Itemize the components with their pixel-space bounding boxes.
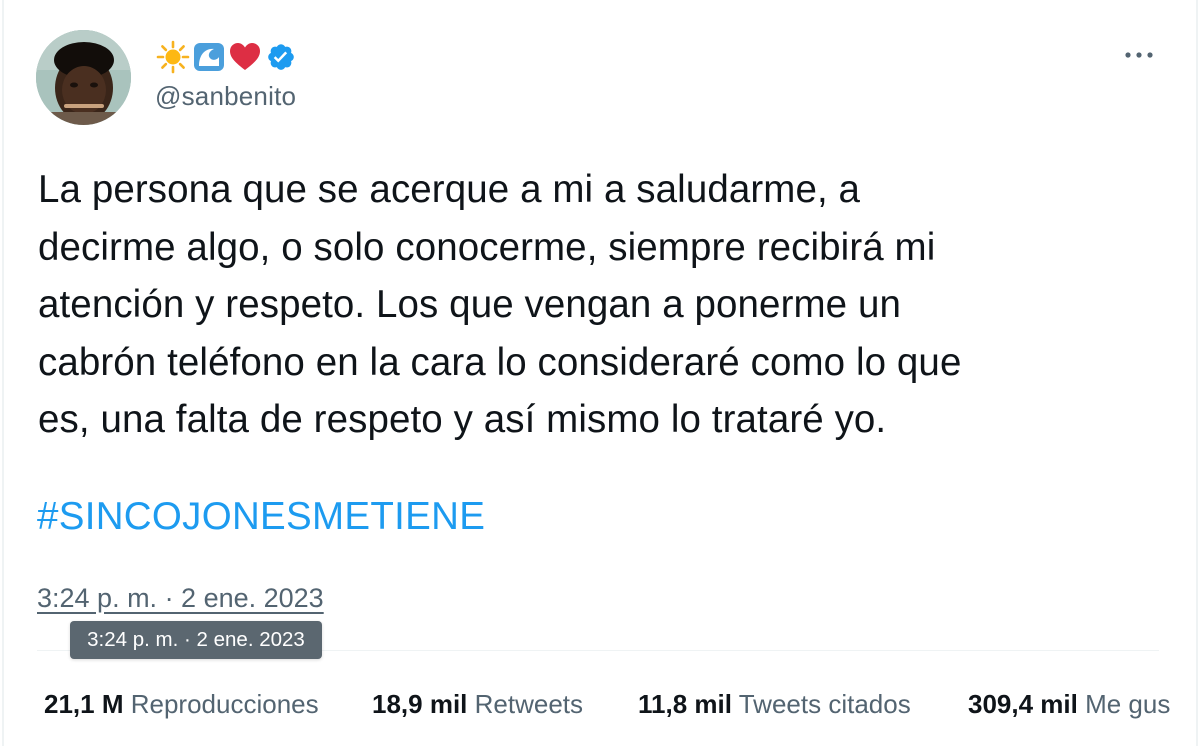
tweet-text-line: es, una falta de respeto y así mismo lo … — [38, 398, 887, 441]
stat-quote-tweets[interactable]: 11,8 mil Tweets citados — [638, 685, 911, 723]
tweet-text-line: decirme algo, o solo conocerme, siempre … — [38, 225, 936, 269]
timestamp-link[interactable]: 3:24 p. m. · 2 ene. 2023 — [37, 580, 324, 616]
stat-value: 11,8 mil — [638, 689, 732, 719]
tweet-text: La persona que se acerque a mi a saludar… — [38, 161, 1158, 449]
tweet-card: @sanbenito La persona que se acerque a m… — [0, 0, 1200, 746]
display-name[interactable] — [156, 40, 296, 74]
timestamp-tooltip: 3:24 p. m. · 2 ene. 2023 — [70, 621, 322, 659]
verified-badge-icon[interactable] — [266, 42, 296, 72]
stat-retweets[interactable]: 18,9 mil Retweets — [372, 685, 583, 723]
stat-label: Tweets citados — [738, 689, 911, 719]
hashtag-link[interactable]: #SINCOJONESMETIENE — [37, 493, 485, 541]
stat-label: Reproducciones — [130, 689, 319, 719]
stat-likes[interactable]: 309,4 mil Me gus — [968, 685, 1170, 723]
avatar[interactable] — [36, 30, 131, 125]
wave-emoji — [192, 40, 226, 74]
more-options-icon[interactable] — [1118, 38, 1160, 72]
stat-views[interactable]: 21,1 M Reproducciones — [44, 685, 319, 723]
stat-label: Me gus — [1085, 689, 1171, 719]
author-handle[interactable]: @sanbenito — [155, 81, 296, 112]
tweet-text-line: atención y respeto. Los que vengan a pon… — [38, 283, 901, 326]
tweet-text-line: La persona que se acerque a mi a saludar… — [38, 168, 861, 211]
sun-emoji — [156, 40, 190, 74]
stat-value: 18,9 mil — [372, 689, 468, 719]
stat-label: Retweets — [474, 689, 584, 719]
stat-value: 21,1 M — [44, 689, 124, 719]
tweet-text-line: cabrón teléfono en la cara lo considerar… — [38, 340, 962, 384]
stat-value: 309,4 mil — [968, 689, 1078, 719]
avatar-image — [36, 30, 131, 125]
heart-emoji — [228, 40, 262, 74]
